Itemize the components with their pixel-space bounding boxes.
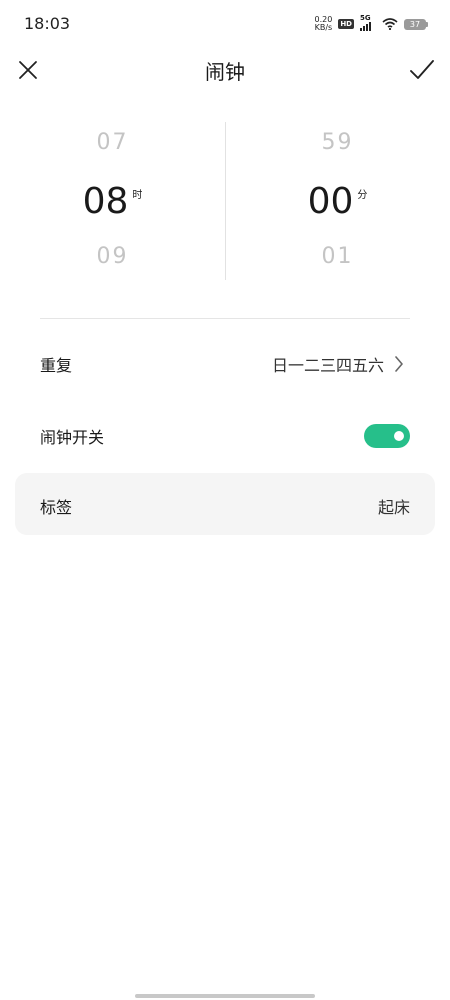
network-type: 5G bbox=[360, 14, 371, 22]
time-picker: 07 08 时 09 59 00 分 01 bbox=[0, 120, 450, 282]
section-divider bbox=[40, 318, 410, 319]
tag-label: 标签 bbox=[40, 498, 73, 517]
status-time: 18:03 bbox=[24, 14, 71, 33]
network-speed-unit: KB/s bbox=[314, 23, 333, 32]
repeat-label: 重复 bbox=[40, 356, 73, 375]
tag-row[interactable]: 标签 起床 bbox=[15, 473, 435, 535]
hour-selected[interactable]: 08 bbox=[83, 182, 129, 222]
header: 闹钟 bbox=[0, 50, 450, 90]
minute-selected[interactable]: 00 bbox=[308, 182, 354, 222]
battery-icon: 37 bbox=[404, 18, 428, 30]
minute-unit: 分 bbox=[357, 190, 368, 201]
minute-selected-wrap: 00 分 bbox=[225, 182, 450, 222]
alarm-switch-label: 闹钟开关 bbox=[40, 428, 105, 447]
chevron-right-icon bbox=[394, 356, 410, 372]
wifi-icon bbox=[382, 18, 398, 30]
minute-picker[interactable]: 59 00 分 01 bbox=[225, 120, 450, 282]
hour-prev[interactable]: 07 bbox=[0, 130, 225, 155]
hd-icon: HD bbox=[338, 19, 354, 29]
network-speed: 0.20 KB/s bbox=[315, 16, 333, 32]
hour-unit: 时 bbox=[132, 190, 143, 201]
home-indicator[interactable] bbox=[135, 994, 315, 998]
minute-prev[interactable]: 59 bbox=[225, 130, 450, 155]
hour-next[interactable]: 09 bbox=[0, 244, 225, 269]
signal-icon: 5G bbox=[360, 14, 376, 31]
repeat-value: 日一二三四五六 bbox=[271, 356, 384, 375]
confirm-button[interactable] bbox=[406, 54, 438, 86]
hour-picker[interactable]: 07 08 时 09 bbox=[0, 120, 225, 282]
status-bar: 18:03 0.20 KB/s HD 5G 37 bbox=[0, 0, 450, 48]
minute-next[interactable]: 01 bbox=[225, 244, 450, 269]
status-icons: 0.20 KB/s HD 5G 37 bbox=[315, 14, 428, 34]
tag-value: 起床 bbox=[377, 498, 410, 517]
toggle-knob bbox=[394, 431, 404, 441]
repeat-row[interactable]: 重复 日一二三四五六 bbox=[40, 344, 410, 384]
hour-selected-wrap: 08 时 bbox=[0, 182, 225, 222]
alarm-toggle[interactable] bbox=[364, 424, 410, 448]
alarm-switch-row: 闹钟开关 bbox=[40, 416, 410, 456]
page-title: 闹钟 bbox=[205, 60, 245, 84]
check-icon bbox=[410, 60, 434, 79]
